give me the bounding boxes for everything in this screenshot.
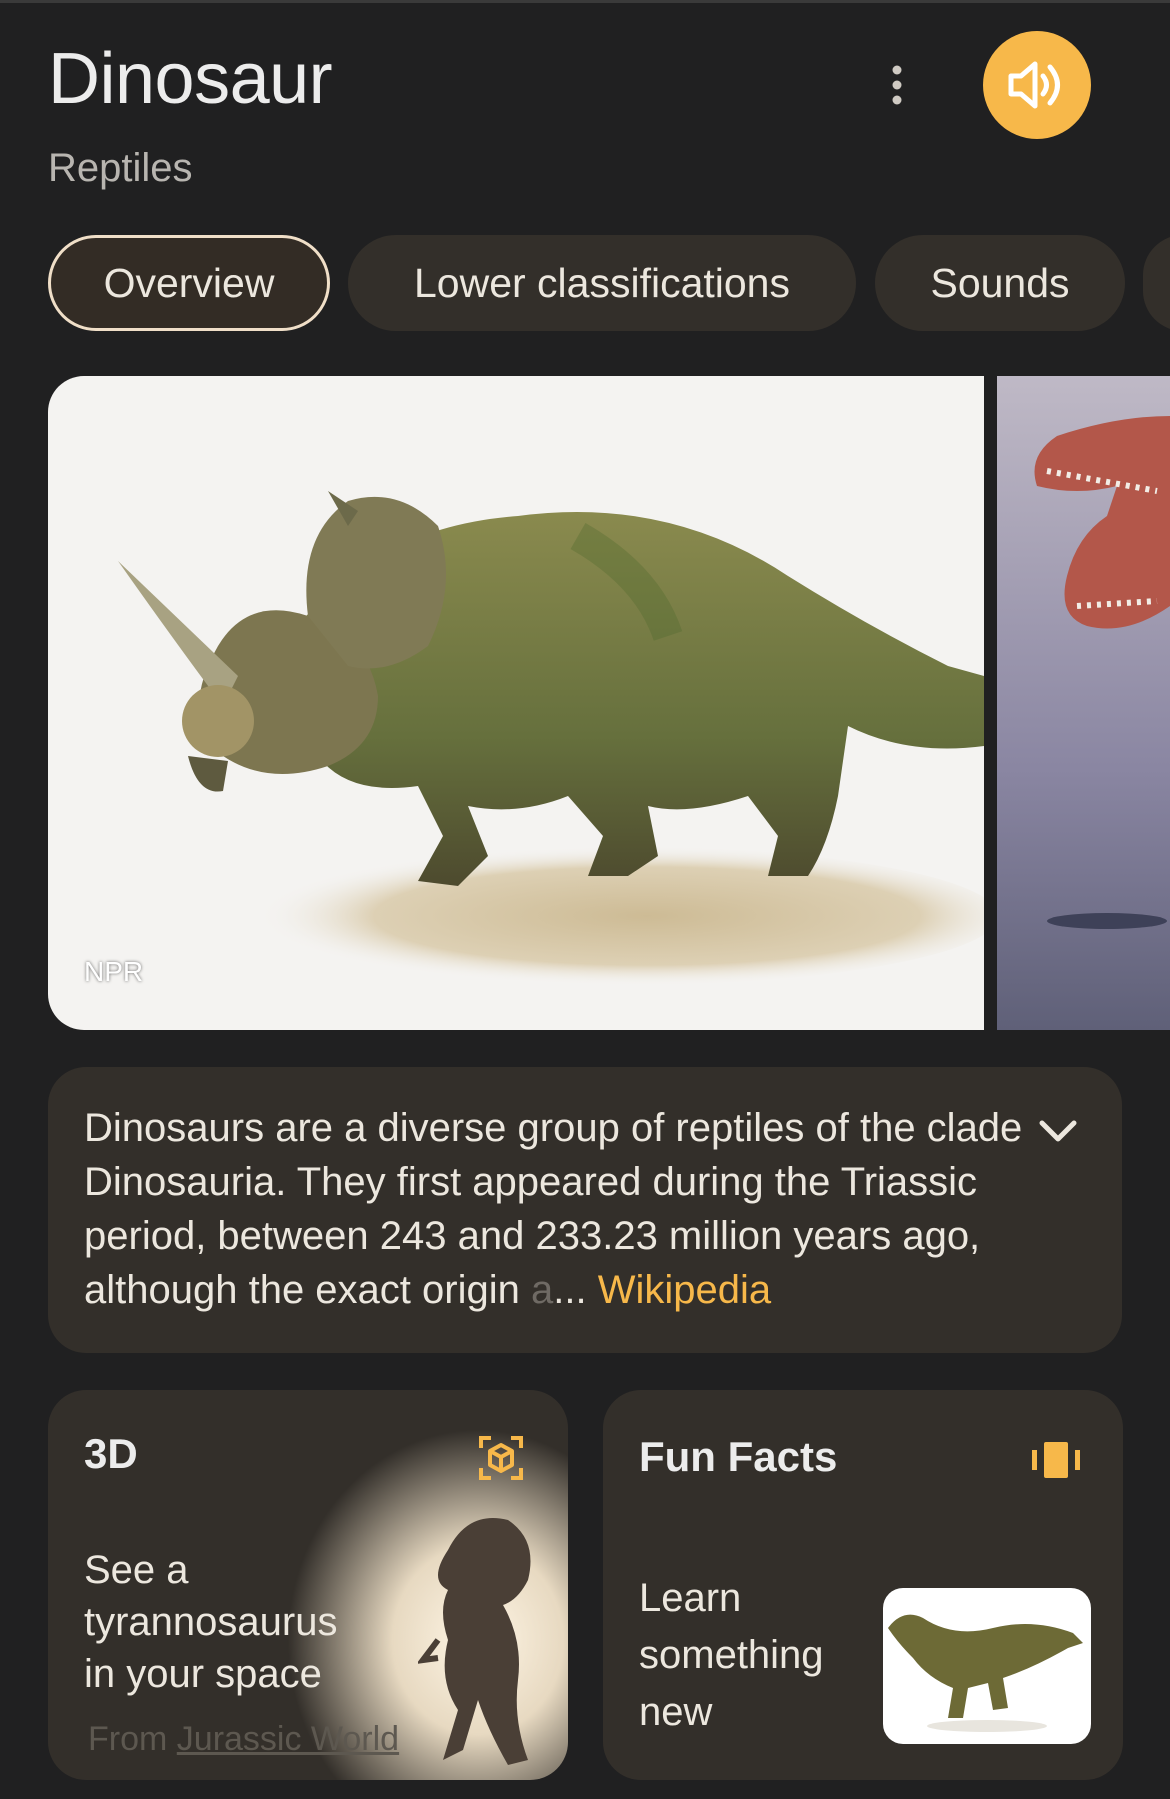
tab-next-partial[interactable] bbox=[1143, 235, 1170, 331]
description-ellipsis: ... bbox=[553, 1268, 598, 1312]
dinosaur-thumbnail-illustration bbox=[888, 1614, 1083, 1732]
image-credit: NPR bbox=[84, 956, 144, 987]
dinosaur-image[interactable]: NPR bbox=[48, 376, 984, 1030]
fun-facts-thumbnail bbox=[883, 1588, 1091, 1744]
fun-facts-button[interactable] bbox=[1028, 1432, 1084, 1488]
trex-3d-model bbox=[418, 1518, 531, 1765]
tab-sounds[interactable]: Sounds bbox=[875, 235, 1125, 331]
3d-source-prefix: From bbox=[88, 1720, 177, 1758]
3d-card-title: 3D bbox=[84, 1430, 138, 1477]
cards-stack-icon bbox=[1032, 1442, 1080, 1478]
page-subtitle: Reptiles bbox=[48, 146, 193, 190]
tab-bar: Overview Lower classifications Sounds bbox=[48, 235, 1170, 331]
fun-facts-title: Fun Facts bbox=[639, 1433, 838, 1480]
3d-card-body: See a tyrannosaurus in your space bbox=[84, 1548, 338, 1696]
wikipedia-link[interactable]: Wikipedia bbox=[598, 1268, 771, 1312]
tab-lower-classifications[interactable]: Lower classifications bbox=[348, 235, 856, 331]
3d-card-source: From Jurassic World bbox=[88, 1720, 399, 1759]
description-faded: a bbox=[530, 1268, 554, 1312]
more-options-button[interactable] bbox=[872, 60, 922, 110]
expand-description-button[interactable] bbox=[1033, 1107, 1083, 1157]
more-vert-icon bbox=[892, 65, 902, 105]
volume-icon bbox=[1008, 61, 1060, 109]
play-sound-button[interactable] bbox=[983, 31, 1091, 139]
triceratops-illustration bbox=[118, 491, 984, 986]
description-text: Dinosaurs are a diverse group of reptile… bbox=[84, 1101, 1044, 1317]
view-in-3d-button[interactable] bbox=[473, 1430, 529, 1486]
3d-cube-icon bbox=[479, 1436, 523, 1480]
chevron-down-icon bbox=[1039, 1120, 1077, 1142]
trex-head-illustration bbox=[1034, 416, 1170, 929]
page-title: Dinosaur bbox=[48, 39, 333, 119]
description-card: Dinosaurs are a diverse group of reptile… bbox=[48, 1067, 1122, 1353]
knowledge-panel: Dinosaur Reptiles Overview Lower classif… bbox=[0, 0, 1170, 1799]
3d-card[interactable]: 3D See a tyrannosaurus in your space Fro… bbox=[48, 1390, 568, 1780]
fun-facts-body: Learn something new bbox=[639, 1576, 824, 1734]
tab-overview[interactable]: Overview bbox=[48, 235, 330, 331]
jurassic-world-link[interactable]: Jurassic World bbox=[177, 1720, 399, 1758]
top-divider bbox=[0, 0, 1170, 3]
dinosaur-image-next[interactable] bbox=[997, 376, 1170, 1030]
fun-facts-card[interactable]: Fun Facts Learn something new bbox=[603, 1390, 1123, 1780]
